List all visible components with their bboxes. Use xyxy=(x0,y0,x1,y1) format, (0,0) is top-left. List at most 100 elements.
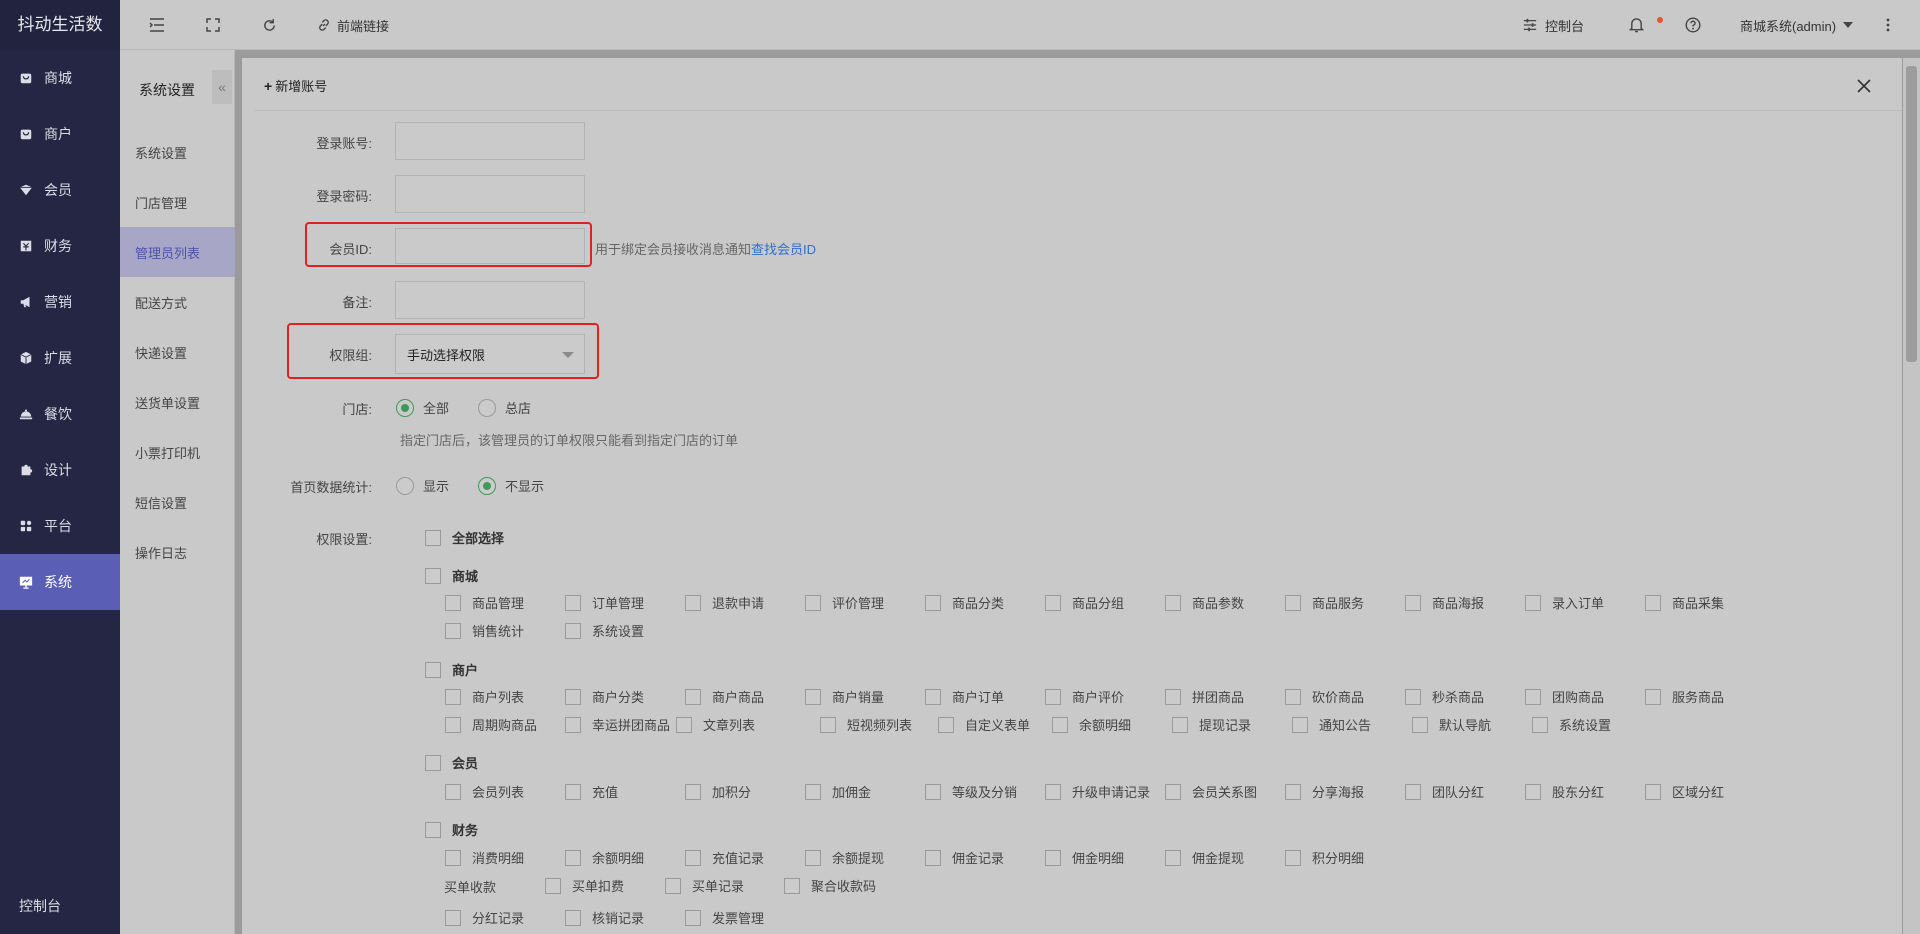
permission-checkbox[interactable]: 积分明细 xyxy=(1285,848,1364,867)
permission-checkbox[interactable]: 会员关系图 xyxy=(1165,782,1257,801)
sidebar-item-9[interactable]: 系统 xyxy=(0,554,120,610)
permission-checkbox[interactable]: 商品管理 xyxy=(445,593,524,612)
permission-checkbox[interactable]: 通知公告 xyxy=(1292,715,1371,734)
subnav-item-1[interactable]: 门店管理 xyxy=(120,177,235,227)
permission-checkbox[interactable]: 短视频列表 xyxy=(820,715,912,734)
sidebar-item-console[interactable]: 控制台 xyxy=(0,878,120,934)
permission-checkbox[interactable]: 区域分红 xyxy=(1645,782,1724,801)
permission-checkbox[interactable]: 加佣金 xyxy=(805,782,871,801)
permission-checkbox[interactable]: 销售统计 xyxy=(445,621,524,640)
permission-checkbox[interactable]: 商户销量 xyxy=(805,687,884,706)
permission-checkbox[interactable]: 商品分组 xyxy=(1045,593,1124,612)
permission-checkbox[interactable]: 商户列表 xyxy=(445,687,524,706)
permission-checkbox[interactable]: 会员列表 xyxy=(445,782,524,801)
subnav-item-7[interactable]: 短信设置 xyxy=(120,477,235,527)
permission-checkbox[interactable]: 拼团商品 xyxy=(1165,687,1244,706)
sidebar-item-3[interactable]: 财务 xyxy=(0,218,120,274)
scrollbar-thumb[interactable] xyxy=(1906,66,1917,362)
permission-checkbox[interactable]: 默认导航 xyxy=(1412,715,1491,734)
permission-checkbox[interactable]: 佣金记录 xyxy=(925,848,1004,867)
help-icon[interactable] xyxy=(1685,0,1701,50)
permission-checkbox[interactable]: 余额提现 xyxy=(805,848,884,867)
permission-checkbox[interactable]: 股东分红 xyxy=(1525,782,1604,801)
collapse-button[interactable]: « xyxy=(212,70,232,104)
sidebar-item-7[interactable]: 设计 xyxy=(0,442,120,498)
permission-group-checkbox[interactable]: 会员 xyxy=(425,753,478,772)
sidebar-item-4[interactable]: 营销 xyxy=(0,274,120,330)
login-account-input[interactable] xyxy=(395,122,585,160)
bell-icon[interactable] xyxy=(1629,0,1644,50)
fullscreen-icon[interactable] xyxy=(206,0,220,50)
sidebar-item-2[interactable]: 会员 xyxy=(0,162,120,218)
permission-checkbox[interactable]: 买单扣费 xyxy=(545,876,624,895)
select-all-checkbox[interactable]: 全部选择 xyxy=(425,528,504,547)
permission-checkbox[interactable]: 买单记录 xyxy=(665,876,744,895)
sidebar-item-8[interactable]: 平台 xyxy=(0,498,120,554)
subnav-item-6[interactable]: 小票打印机 xyxy=(120,427,235,477)
permission-checkbox[interactable]: 订单管理 xyxy=(565,593,644,612)
subnav-item-4[interactable]: 快递设置 xyxy=(120,327,235,377)
menu-toggle-icon[interactable] xyxy=(149,0,165,50)
permission-checkbox[interactable]: 商户分类 xyxy=(565,687,644,706)
permission-checkbox[interactable]: 发票管理 xyxy=(685,908,764,927)
permission-checkbox[interactable]: 佣金提现 xyxy=(1165,848,1244,867)
member-id-input[interactable] xyxy=(395,228,585,264)
permission-checkbox[interactable]: 商品参数 xyxy=(1165,593,1244,612)
more-icon[interactable] xyxy=(1886,0,1890,50)
permission-group-checkbox[interactable]: 财务 xyxy=(425,820,478,839)
home-stats-radio-show[interactable]: 显示 xyxy=(396,476,449,495)
close-icon[interactable] xyxy=(1856,78,1872,94)
refresh-icon[interactable] xyxy=(262,0,277,50)
sidebar-item-5[interactable]: 扩展 xyxy=(0,330,120,386)
permission-checkbox[interactable]: 等级及分销 xyxy=(925,782,1017,801)
permission-checkbox[interactable]: 充值 xyxy=(565,782,618,801)
user-menu[interactable]: 商城系统(admin) xyxy=(1740,0,1854,50)
subnav-item-8[interactable]: 操作日志 xyxy=(120,527,235,577)
permission-checkbox[interactable]: 砍价商品 xyxy=(1285,687,1364,706)
permission-group-checkbox[interactable]: 商户 xyxy=(425,660,478,679)
permission-checkbox[interactable]: 退款申请 xyxy=(685,593,764,612)
permission-checkbox[interactable]: 分享海报 xyxy=(1285,782,1364,801)
permission-checkbox[interactable]: 提现记录 xyxy=(1172,715,1251,734)
subnav-item-2[interactable]: 管理员列表 xyxy=(120,227,235,277)
app-logo[interactable]: 抖动生活数 xyxy=(0,0,120,50)
permission-checkbox[interactable]: 商户商品 xyxy=(685,687,764,706)
permission-checkbox[interactable]: 服务商品 xyxy=(1645,687,1724,706)
permission-checkbox[interactable]: 商品海报 xyxy=(1405,593,1484,612)
home-stats-radio-hide[interactable]: 不显示 xyxy=(478,476,544,495)
permission-checkbox[interactable]: 评价管理 xyxy=(805,593,884,612)
subnav-item-3[interactable]: 配送方式 xyxy=(120,277,235,327)
subnav-item-5[interactable]: 送货单设置 xyxy=(120,377,235,427)
permission-checkbox[interactable]: 商品服务 xyxy=(1285,593,1364,612)
permission-checkbox[interactable]: 充值记录 xyxy=(685,848,764,867)
subnav-item-0[interactable]: 系统设置 xyxy=(120,127,235,177)
permission-checkbox[interactable]: 商品采集 xyxy=(1645,593,1724,612)
permission-group-checkbox[interactable]: 商城 xyxy=(425,566,478,585)
sidebar-item-6[interactable]: 餐饮 xyxy=(0,386,120,442)
permission-checkbox[interactable]: 商品分类 xyxy=(925,593,1004,612)
permission-checkbox[interactable]: 商户评价 xyxy=(1045,687,1124,706)
permission-checkbox[interactable]: 余额明细 xyxy=(1052,715,1131,734)
permission-checkbox[interactable]: 升级申请记录 xyxy=(1045,782,1150,801)
find-member-id-link[interactable]: 查找会员ID xyxy=(751,242,816,257)
permission-checkbox[interactable]: 团购商品 xyxy=(1525,687,1604,706)
permission-checkbox[interactable]: 分红记录 xyxy=(445,908,524,927)
permission-checkbox[interactable]: 加积分 xyxy=(685,782,751,801)
sidebar-item-0[interactable]: 商城 xyxy=(0,50,120,106)
permission-checkbox[interactable]: 佣金明细 xyxy=(1045,848,1124,867)
permission-checkbox[interactable]: 周期购商品 xyxy=(445,715,537,734)
permission-checkbox[interactable]: 商户订单 xyxy=(925,687,1004,706)
frontend-link-button[interactable]: 前端链接 xyxy=(317,0,389,50)
permission-checkbox[interactable]: 系统设置 xyxy=(565,621,644,640)
permission-checkbox[interactable]: 消费明细 xyxy=(445,848,524,867)
permission-checkbox[interactable]: 文章列表 xyxy=(676,715,755,734)
remark-input[interactable] xyxy=(395,281,585,319)
permission-checkbox[interactable]: 秒杀商品 xyxy=(1405,687,1484,706)
sidebar-item-1[interactable]: 商户 xyxy=(0,106,120,162)
permission-checkbox[interactable]: 录入订单 xyxy=(1525,593,1604,612)
login-password-input[interactable] xyxy=(395,175,585,213)
permission-checkbox[interactable]: 团队分红 xyxy=(1405,782,1484,801)
permission-checkbox[interactable]: 系统设置 xyxy=(1532,715,1611,734)
store-radio-main[interactable]: 总店 xyxy=(478,398,531,417)
console-button[interactable]: 控制台 xyxy=(1523,0,1584,50)
